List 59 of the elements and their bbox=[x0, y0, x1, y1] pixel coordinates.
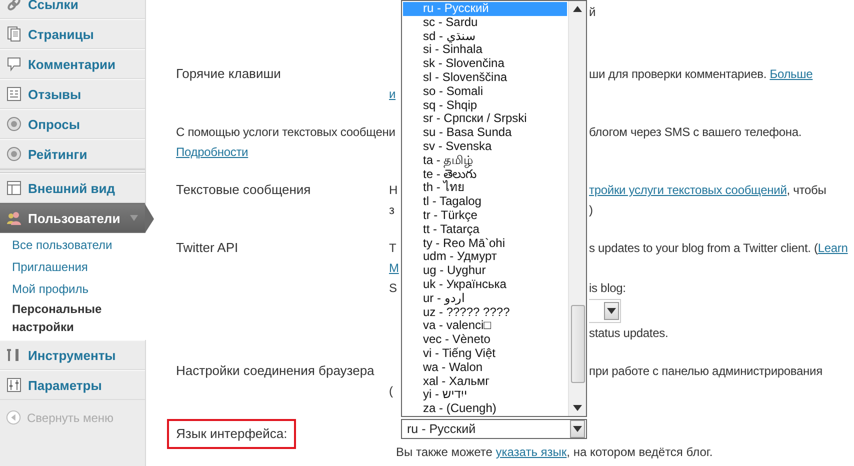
menu-item[interactable]: Инструменты bbox=[0, 340, 145, 370]
dropdown-arrow-icon[interactable] bbox=[573, 426, 582, 432]
hint-text: Вы также можете указать язык, на котором ведётся блог. bbox=[396, 445, 713, 459]
submenu-item[interactable]: Мой профиль bbox=[12, 278, 146, 300]
description-text: з bbox=[389, 203, 394, 217]
disc-icon bbox=[6, 116, 22, 132]
scroll-up-icon[interactable] bbox=[573, 6, 582, 12]
speech-bubble-icon bbox=[6, 56, 22, 72]
description-text: Н bbox=[389, 183, 398, 197]
menu-item[interactable]: Отзывы bbox=[0, 79, 145, 109]
text-link[interactable]: M bbox=[389, 261, 399, 275]
description-text: при работе с панелью администрирования bbox=[589, 364, 822, 378]
description-text: ) bbox=[589, 203, 593, 217]
text-link[interactable]: тройки услуги текстовых сообщений bbox=[589, 183, 787, 197]
description-text: тройки услуги текстовых сообщений, чтобы bbox=[589, 183, 826, 197]
menu-item[interactable]: Опросы bbox=[0, 109, 145, 139]
chain-icon bbox=[6, 0, 22, 12]
text-link[interactable]: и bbox=[389, 87, 396, 101]
submenu-item[interactable]: Персональные настройки bbox=[12, 300, 146, 336]
dropdown-arrow-icon[interactable] bbox=[607, 308, 616, 314]
description-text: S bbox=[389, 281, 397, 295]
dropdown-field[interactable] bbox=[589, 299, 621, 323]
text-link[interactable]: Learn bbox=[818, 241, 848, 255]
description-text: status updates. bbox=[589, 326, 668, 340]
menu-item[interactable]: Рейтинги bbox=[0, 139, 145, 169]
description-text: s updates to your blog from a Twitter client. (Learn bbox=[589, 241, 848, 255]
setting-label: Twitter API bbox=[176, 239, 240, 257]
menu-item[interactable]: Комментарии bbox=[0, 49, 145, 79]
menu-item[interactable]: Параметры bbox=[0, 370, 145, 400]
setting-label: Горячие клавиши bbox=[176, 65, 282, 83]
layout-icon bbox=[6, 180, 22, 196]
scrollbar-thumb[interactable] bbox=[570, 305, 584, 383]
setting-label: Настройки соединения браузера bbox=[176, 362, 376, 380]
description-text: блогом через SMS с вашего телефона. bbox=[589, 125, 802, 139]
description-text: С помощью услоги текстовых сообщени bbox=[176, 125, 396, 139]
caret-icon bbox=[130, 215, 138, 221]
text-link[interactable]: Больше bbox=[770, 67, 813, 81]
left-arrow-circle-icon bbox=[6, 410, 21, 425]
language-select[interactable]: ru - Русский bbox=[401, 419, 587, 439]
submenu-item[interactable]: Все пользователи bbox=[12, 234, 146, 256]
pages-icon bbox=[6, 26, 22, 42]
description-text: T bbox=[389, 241, 396, 255]
description-text: й bbox=[589, 5, 596, 19]
submenu-item[interactable]: Приглашения bbox=[12, 256, 146, 278]
disc-icon bbox=[6, 146, 22, 162]
users-icon bbox=[6, 210, 22, 226]
description-text: is blog: bbox=[589, 281, 626, 295]
description-text: ши для проверки комментариев. Больше bbox=[589, 67, 813, 81]
text-link[interactable]: Подробности bbox=[176, 145, 248, 159]
description-text: ( bbox=[389, 384, 393, 398]
form-icon bbox=[6, 86, 22, 102]
setting-label: Текстовые сообщения bbox=[176, 181, 312, 199]
menu-item[interactable]: Страницы bbox=[0, 19, 145, 49]
sliders-icon bbox=[6, 377, 22, 393]
text-link[interactable]: указать язык bbox=[496, 445, 567, 459]
setting-label: Язык интерфейса: bbox=[167, 419, 296, 449]
menu-item[interactable]: Внешний вид bbox=[0, 173, 145, 203]
scroll-down-icon[interactable] bbox=[573, 405, 582, 411]
scrollbar[interactable] bbox=[568, 1, 586, 416]
